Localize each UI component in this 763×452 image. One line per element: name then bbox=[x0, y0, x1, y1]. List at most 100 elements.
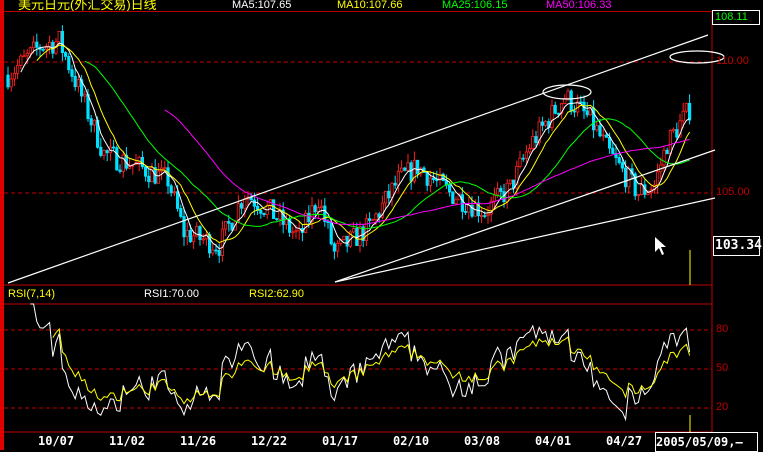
candle-up bbox=[668, 129, 673, 155]
candle-up bbox=[672, 129, 676, 131]
candle-down bbox=[403, 167, 407, 171]
candle-down bbox=[227, 221, 231, 224]
candle-up bbox=[550, 104, 554, 129]
candle-down bbox=[271, 199, 276, 220]
candle-up bbox=[399, 167, 404, 172]
candle-up bbox=[25, 53, 29, 57]
candle-up bbox=[492, 194, 497, 202]
candle-up bbox=[185, 229, 189, 238]
mouse-pointer-icon bbox=[655, 237, 666, 255]
candle-up bbox=[495, 188, 500, 196]
candle-up bbox=[76, 79, 80, 88]
candle-down bbox=[435, 179, 439, 182]
candle-down bbox=[252, 199, 256, 207]
candle-up bbox=[28, 47, 33, 54]
candle-up bbox=[364, 218, 369, 241]
candle-up bbox=[681, 110, 685, 122]
candle-up bbox=[211, 249, 215, 254]
candle-down bbox=[60, 30, 65, 53]
rsi-level-50: 50 bbox=[716, 362, 729, 374]
candle-up bbox=[12, 72, 16, 80]
candle-up bbox=[640, 184, 644, 195]
candle-up bbox=[627, 168, 631, 188]
candle-down bbox=[608, 136, 612, 149]
candle-down bbox=[447, 184, 452, 193]
candle-down bbox=[326, 221, 330, 223]
candle-down bbox=[175, 191, 180, 209]
candle-up bbox=[201, 238, 205, 241]
candle-down bbox=[259, 209, 263, 214]
moving-averages bbox=[20, 42, 691, 250]
candle-up bbox=[454, 199, 458, 204]
candle-down bbox=[307, 212, 311, 222]
candle-up bbox=[486, 213, 490, 217]
candle-down bbox=[179, 208, 183, 217]
candle-up bbox=[32, 41, 36, 49]
candle-down bbox=[345, 235, 349, 247]
candle-down bbox=[112, 146, 116, 149]
candle-down bbox=[624, 167, 628, 188]
candle-down bbox=[169, 185, 173, 194]
candle-up bbox=[220, 228, 224, 256]
candle-down bbox=[67, 56, 71, 71]
candle-down bbox=[6, 74, 10, 88]
candle-down bbox=[214, 249, 218, 252]
candle-up bbox=[406, 162, 410, 171]
candle-up bbox=[528, 148, 532, 153]
candle-up bbox=[595, 125, 599, 131]
candle-up bbox=[319, 205, 324, 208]
candle-down bbox=[521, 157, 525, 160]
candle-down bbox=[483, 215, 487, 217]
current-high-box: 108.11 bbox=[712, 10, 760, 25]
candle-up bbox=[566, 90, 570, 99]
candle-up bbox=[518, 157, 522, 167]
candle-up bbox=[291, 231, 295, 234]
candle-down bbox=[665, 149, 669, 155]
candle-down bbox=[688, 102, 692, 121]
chart-canvas[interactable] bbox=[0, 0, 763, 450]
candle-down bbox=[598, 125, 602, 137]
candle-down bbox=[105, 150, 109, 154]
trendline-middle[interactable] bbox=[334, 149, 716, 283]
candle-down bbox=[393, 182, 397, 186]
candle-up bbox=[102, 150, 106, 156]
candle-down bbox=[409, 162, 413, 182]
candle-down bbox=[73, 76, 77, 88]
rsi-lines bbox=[30, 303, 691, 422]
candles bbox=[6, 25, 692, 263]
candle-down bbox=[166, 167, 170, 187]
candle-up bbox=[19, 55, 23, 66]
candle-down bbox=[534, 136, 538, 143]
candle-down bbox=[367, 218, 372, 221]
candle-up bbox=[684, 102, 689, 112]
candle-up bbox=[467, 204, 471, 213]
candle-up bbox=[57, 30, 61, 43]
date-tick-label: 04/01 bbox=[535, 434, 572, 448]
price-label-105: 105.00 bbox=[716, 186, 750, 198]
candle-up bbox=[544, 121, 548, 126]
candle-down bbox=[262, 212, 266, 215]
candle-down bbox=[313, 205, 317, 213]
candle-down bbox=[611, 147, 615, 154]
candle-down bbox=[118, 169, 122, 172]
rsi-level-20: 20 bbox=[716, 401, 729, 413]
candle-up bbox=[294, 230, 298, 233]
candle-up bbox=[524, 151, 529, 159]
candle-up bbox=[156, 170, 160, 184]
candle-up bbox=[351, 228, 356, 233]
date-tick-label: 02/10 bbox=[393, 434, 430, 448]
candle-up bbox=[656, 171, 660, 186]
date-tick-label: 11/02 bbox=[109, 434, 146, 448]
candle-down bbox=[569, 90, 573, 112]
candle-down bbox=[415, 159, 420, 175]
candle-down bbox=[451, 191, 455, 204]
candle-down bbox=[188, 229, 192, 243]
candle-up bbox=[9, 78, 13, 88]
candle-up bbox=[383, 190, 388, 204]
candle-down bbox=[604, 134, 609, 138]
candle-up bbox=[172, 191, 176, 194]
candle-down bbox=[182, 216, 186, 238]
candle-up bbox=[15, 65, 20, 74]
date-tick-label: 04/27 bbox=[606, 434, 643, 448]
candle-down bbox=[585, 110, 589, 116]
